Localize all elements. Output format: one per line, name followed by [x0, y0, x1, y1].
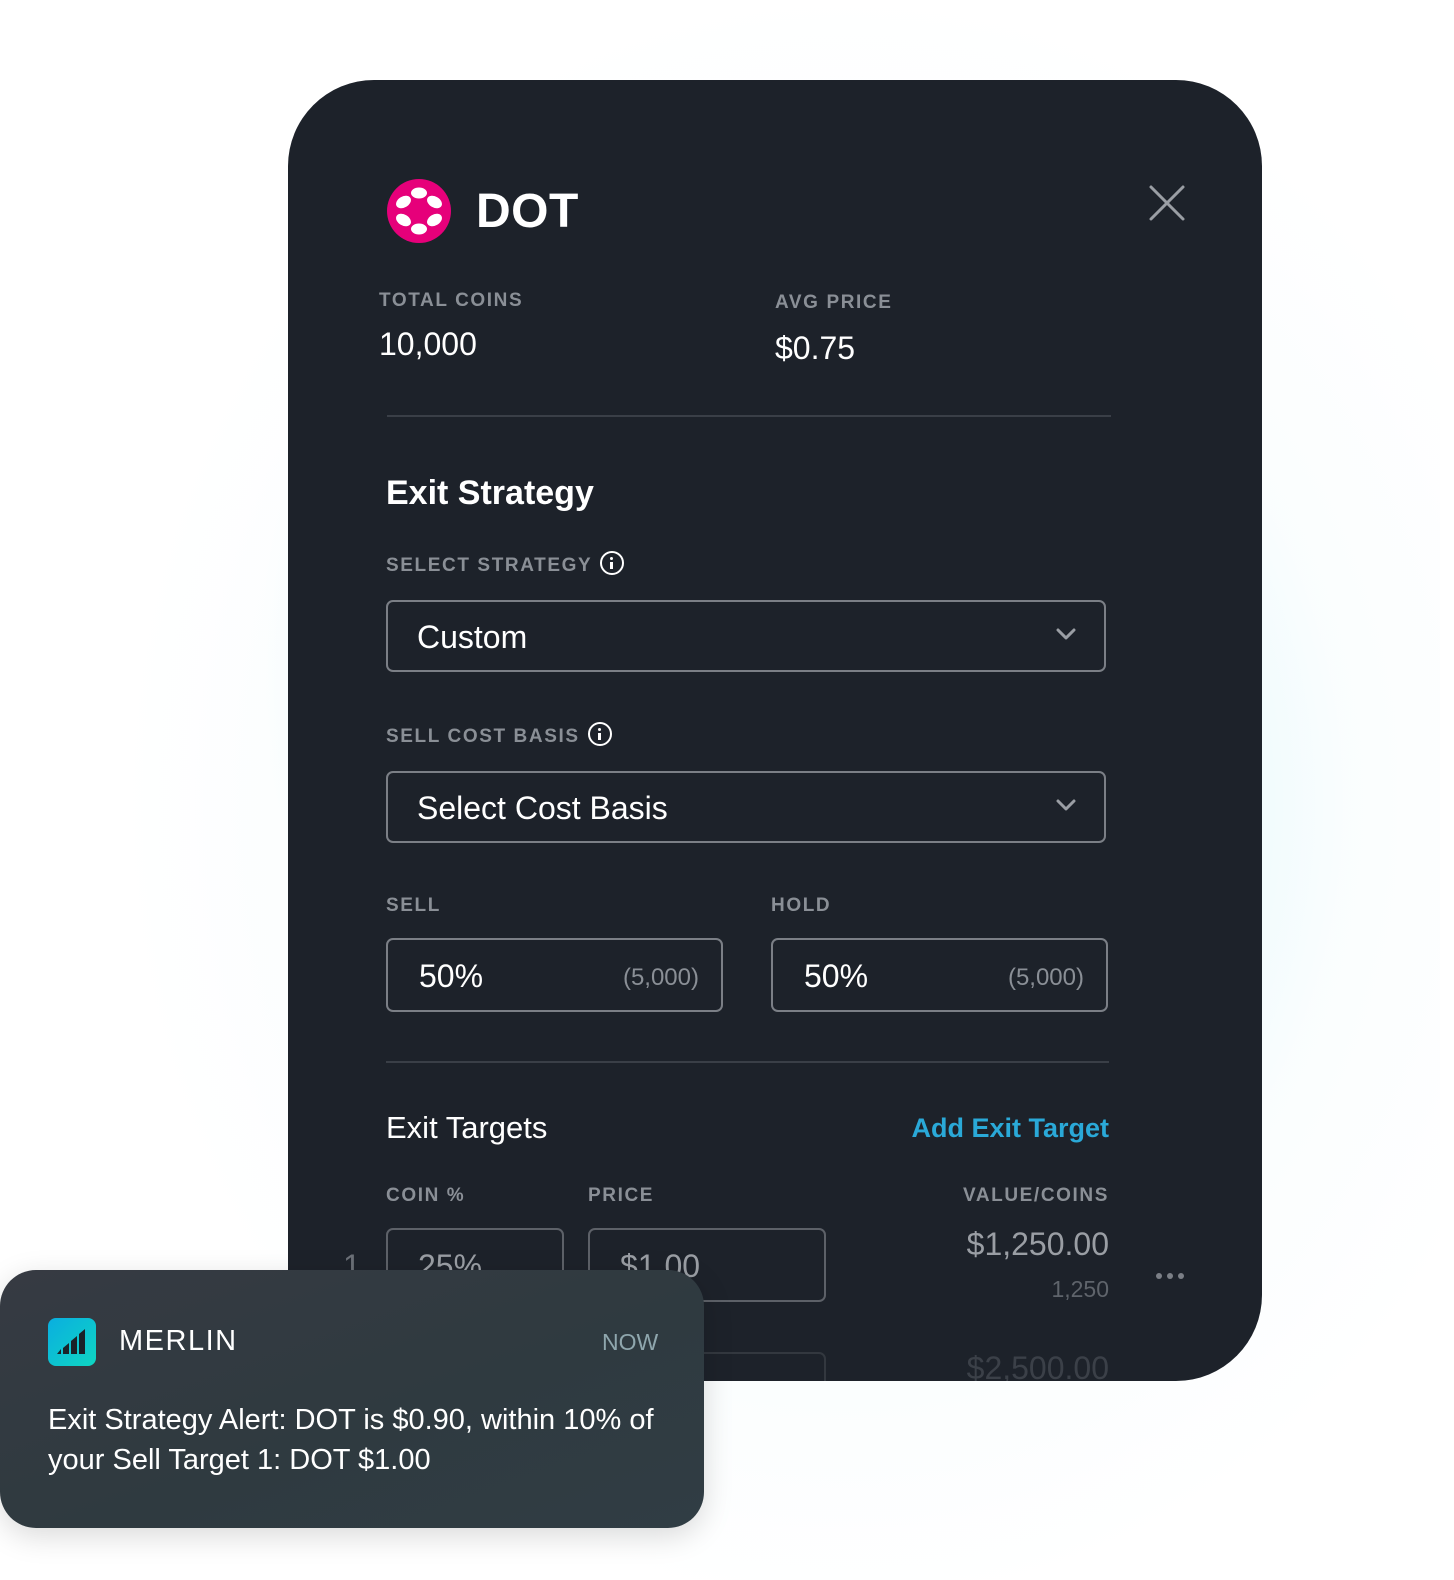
close-button[interactable] [1148, 184, 1186, 222]
avg-price-label: AVG PRICE [775, 292, 893, 313]
cost-basis-label-text: SELL COST BASIS [386, 726, 580, 748]
select-strategy-label-text: SELECT STRATEGY [386, 555, 593, 577]
cost-basis-select-value: Select Cost Basis [417, 790, 668, 826]
total-coins-label: TOTAL COINS [379, 290, 524, 311]
column-header-coin-percent: COIN % [386, 1185, 466, 1206]
sell-coins: (5,000) [622, 964, 699, 991]
notification-message: Exit Strategy Alert: DOT is $0.90, withi… [48, 1404, 654, 1476]
coin-title: DOT [476, 185, 579, 238]
total-coins-value: 10,000 [379, 326, 477, 362]
column-header-price: PRICE [588, 1185, 655, 1206]
polkadot-logo-icon [387, 179, 451, 243]
target-value: $2,500.00 [966, 1350, 1109, 1381]
exit-targets-heading: Exit Targets [386, 1110, 548, 1145]
exit-strategy-modal: DOT TOTAL COINS 10,000 AVG PRICE $0.75 E… [288, 80, 1262, 1381]
divider [386, 1061, 1109, 1063]
close-icon [1149, 185, 1185, 221]
select-strategy-label: SELECT STRATEGY [386, 551, 625, 578]
hold-percent: 50% [804, 958, 869, 994]
cost-basis-select[interactable]: Select Cost Basis [386, 771, 1106, 843]
info-icon[interactable] [587, 722, 612, 746]
dot [1178, 1273, 1184, 1279]
notification-time: NOW [602, 1329, 659, 1355]
target-coins: 1,250 [1051, 1276, 1109, 1302]
cost-basis-label: SELL COST BASIS [386, 722, 612, 749]
chevron-down-icon [1056, 799, 1076, 811]
avg-price-value: $0.75 [775, 330, 856, 366]
sell-percent: 50% [419, 958, 484, 994]
target-value: $1,250.00 [966, 1226, 1109, 1262]
hold-input[interactable]: 50% (5,000) [771, 938, 1108, 1012]
chevron-down-icon [1056, 628, 1076, 640]
hold-label: HOLD [771, 895, 832, 916]
strategy-select[interactable]: Custom [386, 600, 1106, 672]
dot [1156, 1273, 1162, 1279]
add-exit-target-link[interactable]: Add Exit Target [911, 1113, 1109, 1144]
hold-coins: (5,000) [1007, 964, 1084, 991]
notification-app-name: MERLIN [119, 1325, 238, 1357]
dot [1167, 1273, 1173, 1279]
divider [387, 415, 1111, 417]
exit-strategy-heading: Exit Strategy [386, 474, 594, 512]
merlin-app-icon [48, 1318, 96, 1366]
info-icon[interactable] [600, 551, 625, 575]
push-notification[interactable]: MERLIN NOW Exit Strategy Alert: DOT is $… [0, 1270, 704, 1528]
row-menu-button[interactable] [1156, 1266, 1189, 1284]
sell-label: SELL [386, 895, 441, 916]
strategy-select-value: Custom [417, 619, 528, 655]
column-header-value-coins: VALUE/COINS [962, 1185, 1109, 1206]
sell-input[interactable]: 50% (5,000) [386, 938, 723, 1012]
